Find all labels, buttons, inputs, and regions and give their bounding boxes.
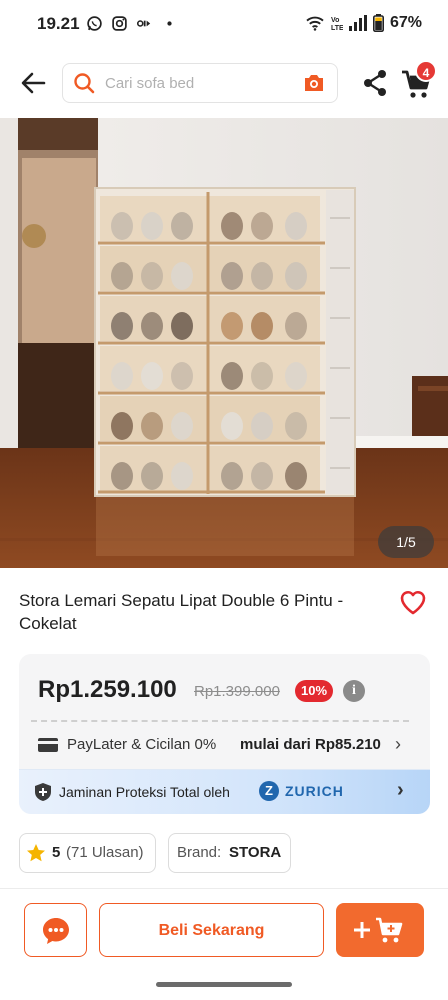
whatsapp-icon [87, 16, 102, 31]
dot-icon [167, 21, 172, 26]
heart-icon[interactable] [398, 588, 428, 616]
status-bar: 19.21 Vo LTE 67% [0, 0, 448, 50]
brand-chip[interactable]: Brand: STORA [168, 833, 291, 873]
camera-icon[interactable] [303, 73, 325, 93]
battery-percent: 67% [389, 14, 422, 31]
product-image[interactable]: 1/5 [0, 118, 448, 568]
status-system-icons: Vo LTE 67% [305, 14, 422, 32]
shield-icon [35, 783, 51, 801]
add-to-cart-button[interactable] [336, 903, 424, 957]
chat-icon [43, 918, 69, 944]
signal-icon [348, 15, 367, 31]
brand-value: STORA [229, 844, 282, 861]
info-icon[interactable]: i [343, 680, 365, 702]
chevron-right-icon: › [397, 779, 404, 801]
credit-card-icon [38, 738, 58, 752]
cart-count-badge: 4 [415, 60, 437, 82]
wifi-icon [306, 16, 324, 31]
brand-label: Brand: [177, 844, 222, 861]
review-count: (71 Ulasan) [66, 844, 144, 861]
paylater-label: PayLater & Cicilan 0% [67, 736, 217, 753]
status-notification-icons [86, 15, 178, 32]
battery-icon [372, 14, 384, 32]
search-input[interactable] [105, 64, 295, 102]
search-header: 4 [0, 50, 448, 118]
status-time: 19.21 [37, 14, 80, 33]
home-indicator[interactable] [156, 982, 292, 987]
chevron-right-icon: › [395, 734, 401, 754]
search-icon [74, 73, 95, 94]
product-title: Stora Lemari Sepatu Lipat Double 6 Pintu… [19, 591, 344, 633]
image-counter: 1/5 [378, 526, 434, 558]
svg-text:LTE: LTE [331, 25, 343, 32]
add-to-cart-icon [354, 917, 403, 943]
divider [0, 888, 448, 889]
zurich-logo: Z [259, 781, 279, 801]
original-price: Rp1.399.000 [194, 683, 280, 700]
current-price: Rp1.259.100 [38, 676, 177, 703]
volte-icon: VoLTE [331, 17, 343, 32]
search-bar[interactable] [62, 63, 338, 103]
protection-label: Jaminan Proteksi Total oleh [59, 784, 230, 800]
rating-score: 5 [52, 844, 61, 861]
buy-now-button[interactable]: Beli Sekarang [99, 903, 324, 957]
protection-banner[interactable]: Jaminan Proteksi Total oleh Z ZURICH › [19, 769, 430, 814]
product-photo [0, 118, 448, 568]
notification-icon [136, 20, 151, 27]
svg-text:Vo: Vo [331, 17, 339, 24]
back-arrow-icon[interactable] [18, 68, 48, 98]
share-icon[interactable] [360, 68, 390, 98]
chat-button[interactable] [24, 903, 87, 957]
star-icon [27, 844, 45, 862]
dashed-divider [31, 720, 409, 722]
discount-badge: 10% [295, 680, 334, 702]
zurich-name: ZURICH [285, 783, 344, 799]
instagram-icon [112, 16, 127, 31]
paylater-value: mulai dari Rp85.210 [240, 736, 381, 753]
rating-chip[interactable]: 5 (71 Ulasan) [19, 833, 156, 873]
price-card: Rp1.259.100 Rp1.399.000 10% i PayLater &… [19, 654, 430, 814]
paylater-row[interactable]: PayLater & Cicilan 0% mulai dari Rp85.21… [38, 734, 418, 760]
